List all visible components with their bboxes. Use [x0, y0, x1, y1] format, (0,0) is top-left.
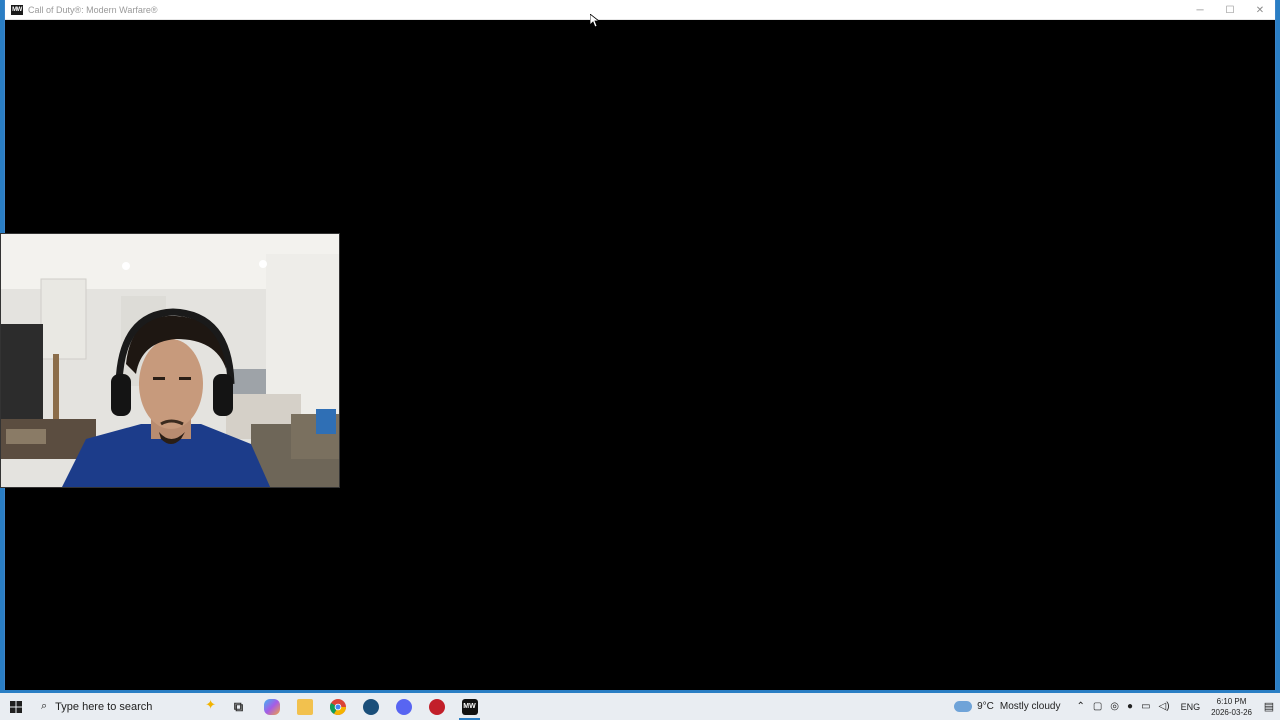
wifi-icon[interactable]: ▭	[1141, 701, 1150, 712]
minimize-button[interactable]: ─	[1185, 0, 1215, 20]
steam-button[interactable]	[354, 693, 387, 720]
recording-icon	[428, 698, 445, 715]
obs-button[interactable]	[420, 693, 453, 720]
device-icon[interactable]: ▢	[1093, 701, 1102, 712]
copilot-button[interactable]	[255, 693, 288, 720]
windows-logo-icon	[10, 700, 22, 713]
game-app-icon: MW	[11, 4, 23, 15]
chrome-icon	[329, 698, 346, 715]
volume-icon[interactable]: ◁)	[1159, 701, 1170, 712]
search-placeholder: Type here to search	[55, 700, 153, 713]
close-button[interactable]: ✕	[1245, 0, 1275, 20]
language-indicator[interactable]: ENG	[1181, 702, 1201, 712]
webcam-overlay	[0, 233, 340, 488]
task-view-button[interactable]: ⧉	[222, 693, 255, 720]
modern-warfare-taskbar-button[interactable]: MW	[453, 693, 486, 720]
search-icon: ⌕	[41, 700, 48, 712]
clock-date: 2026-03-26	[1211, 707, 1252, 717]
copilot-icon	[263, 698, 280, 715]
system-clock[interactable]: 6:10 PM 2026-03-26	[1211, 696, 1252, 718]
window-title: Call of Duty®: Modern Warfare®	[28, 4, 158, 15]
taskbar-search-box[interactable]: ⌕ Type here to search ✦	[32, 693, 222, 720]
chrome-button[interactable]	[321, 693, 354, 720]
network-status-icon[interactable]: ◎	[1110, 701, 1119, 712]
cloud-icon	[954, 701, 973, 712]
start-button[interactable]	[0, 693, 32, 720]
folder-icon	[296, 698, 313, 715]
window-controls: ─ ☐ ✕	[1185, 0, 1275, 20]
chevron-up-icon[interactable]: ⌃	[1076, 701, 1084, 712]
steam-icon	[362, 698, 379, 715]
notification-center-icon[interactable]: ▤	[1258, 693, 1280, 720]
microphone-icon[interactable]: ●	[1127, 701, 1133, 712]
weather-widget[interactable]: 9°C Mostly cloudy	[954, 701, 1060, 712]
maximize-button[interactable]: ☐	[1215, 0, 1245, 20]
weather-condition: Mostly cloudy	[999, 701, 1061, 712]
webcam-feed-image	[1, 234, 339, 487]
weather-temperature: 9°C	[977, 701, 994, 712]
window-titlebar[interactable]: MW Call of Duty®: Modern Warfare® ─ ☐ ✕	[5, 0, 1275, 20]
system-tray: 9°C Mostly cloudy ⌃ ▢ ◎ ● ▭ ◁) ENG 6:10 …	[954, 693, 1280, 720]
discord-icon	[395, 698, 412, 715]
discord-button[interactable]	[387, 693, 420, 720]
taskbar: ⌕ Type here to search ✦ ⧉ MW 9°C Mostly …	[0, 690, 1280, 720]
search-highlight-icon: ✦	[205, 697, 216, 712]
modern-warfare-icon: MW	[461, 698, 478, 715]
mouse-cursor-icon	[590, 14, 600, 28]
task-view-icon: ⧉	[233, 698, 244, 714]
clock-time: 6:10 PM	[1216, 696, 1247, 706]
file-explorer-button[interactable]	[288, 693, 321, 720]
